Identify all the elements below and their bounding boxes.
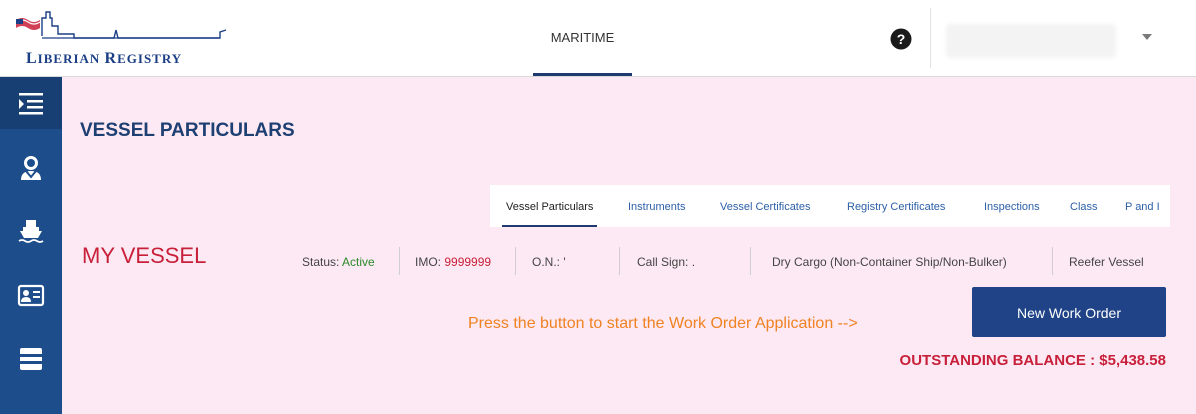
ship-icon — [18, 220, 44, 243]
tab-vessel-particulars[interactable]: Vessel Particulars — [502, 185, 598, 227]
meta-separator — [619, 247, 620, 275]
status-badge: Active — [342, 255, 375, 269]
meta-separator — [750, 247, 751, 275]
sidebar-item-seafarers[interactable] — [0, 269, 62, 321]
header-divider — [930, 8, 931, 68]
logo[interactable]: LIBERIAN REGISTRY — [14, 6, 234, 68]
meta-separator — [515, 247, 516, 275]
menu-toggle-icon — [19, 93, 43, 115]
vessel-type: Dry Cargo (Non-Container Ship/Non-Bulker… — [772, 255, 1007, 269]
sidebar — [0, 77, 62, 414]
vessel-name: MY VESSEL — [82, 243, 207, 268]
tab-label: Instruments — [628, 201, 686, 213]
tab-label: Class — [1070, 201, 1098, 213]
meta-separator — [399, 247, 400, 275]
payment-card-icon — [20, 348, 42, 370]
nav-tab-underline — [533, 73, 632, 76]
vessel-official-number: O.N.: ' — [532, 255, 566, 269]
tab-class[interactable]: Class — [1070, 185, 1098, 227]
vessel-status: Status: Active — [302, 255, 375, 269]
vessel-subtype: Reefer Vessel — [1069, 255, 1144, 269]
chevron-down-icon[interactable] — [1140, 30, 1154, 44]
tab-instruments[interactable]: Instruments — [628, 185, 685, 227]
tab-label: Vessel Certificates — [720, 201, 811, 213]
meta-separator — [1052, 247, 1053, 275]
work-order-hint: Press the button to start the Work Order… — [468, 315, 858, 332]
svg-text:?: ? — [897, 31, 906, 47]
logo-wordmark: LIBERIAN REGISTRY — [26, 50, 183, 67]
tab-inspections[interactable]: Inspections — [984, 185, 1040, 227]
sidebar-item-crew[interactable] — [0, 141, 62, 193]
nav-tab-maritime[interactable]: MARITIME — [533, 0, 632, 76]
top-bar: LIBERIAN REGISTRY MARITIME ? — [0, 0, 1196, 77]
tab-label: Vessel Particulars — [506, 201, 594, 213]
main-content: VESSEL PARTICULARS Vessel Particulars In… — [62, 77, 1196, 414]
vessel-call-sign: Call Sign: . — [637, 255, 696, 269]
active-tab-indicator — [502, 225, 598, 227]
tab-p-and-i[interactable]: P and I — [1125, 185, 1160, 227]
sidebar-item-vessels[interactable] — [0, 205, 62, 257]
new-work-order-button[interactable]: New Work Order — [972, 287, 1166, 337]
nav-tab-label: MARITIME — [550, 30, 615, 45]
vessel-tabs: Vessel Particulars Instruments Vessel Ce… — [490, 185, 1170, 227]
id-card-icon — [17, 284, 45, 307]
tab-registry-certificates[interactable]: Registry Certificates — [847, 185, 945, 227]
tab-label: P and I — [1125, 201, 1160, 213]
tab-label: Registry Certificates — [847, 201, 946, 213]
sidebar-item-menu[interactable] — [0, 77, 62, 129]
tab-vessel-certificates[interactable]: Vessel Certificates — [720, 185, 810, 227]
imo-number: 9999999 — [444, 255, 492, 269]
sidebar-item-payments[interactable] — [0, 333, 62, 385]
vessel-imo: IMO: 9999999 — [415, 255, 492, 269]
page-title: VESSEL PARTICULARS — [80, 120, 295, 141]
tab-label: Inspections — [984, 201, 1040, 213]
help-icon[interactable]: ? — [890, 28, 912, 50]
user-account-area[interactable] — [946, 24, 1116, 58]
crew-icon — [21, 156, 41, 180]
flag-logo-icon — [15, 11, 227, 39]
outstanding-balance: OUTSTANDING BALANCE : $5,438.58 — [899, 352, 1166, 369]
